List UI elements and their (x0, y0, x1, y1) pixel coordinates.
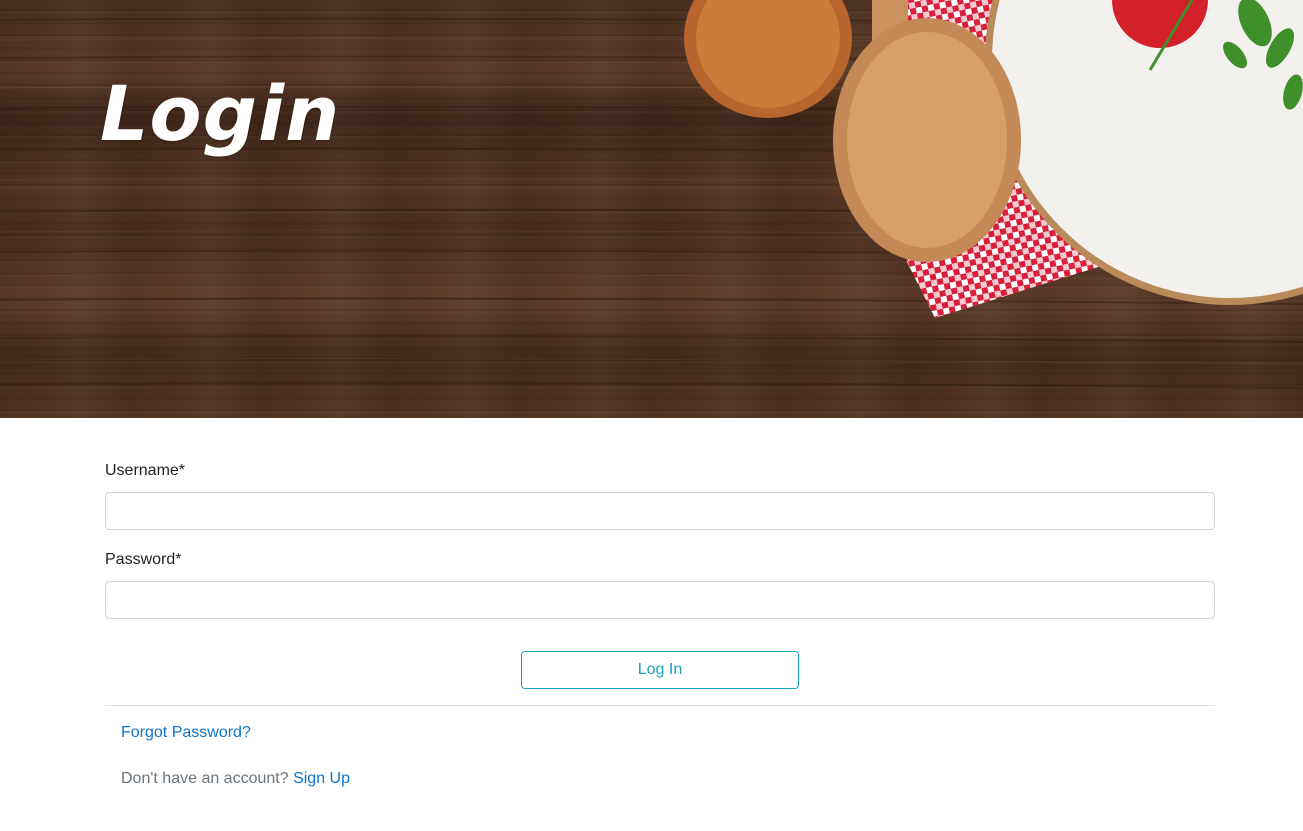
no-account-text: Don't have an account? (121, 770, 289, 787)
password-input[interactable] (105, 581, 1215, 619)
submit-row: Log In (105, 651, 1215, 689)
hero-background-image (0, 0, 1303, 389)
password-label: Password* (105, 551, 182, 568)
login-form: Username* Password* Log In Forgot Passwo… (105, 418, 1215, 788)
hero-banner: Login (0, 0, 1303, 418)
account-links: Forgot Password? Don't have an account? … (105, 706, 1215, 788)
page-title: Login (100, 69, 341, 158)
username-label: Username* (105, 462, 186, 479)
sign-up-link[interactable]: Sign Up (293, 770, 350, 787)
forgot-password-link[interactable]: Forgot Password? (121, 724, 251, 742)
signup-prompt: Don't have an account? Sign Up (121, 770, 1215, 788)
log-in-button[interactable]: Log In (521, 651, 799, 689)
username-input[interactable] (105, 492, 1215, 530)
